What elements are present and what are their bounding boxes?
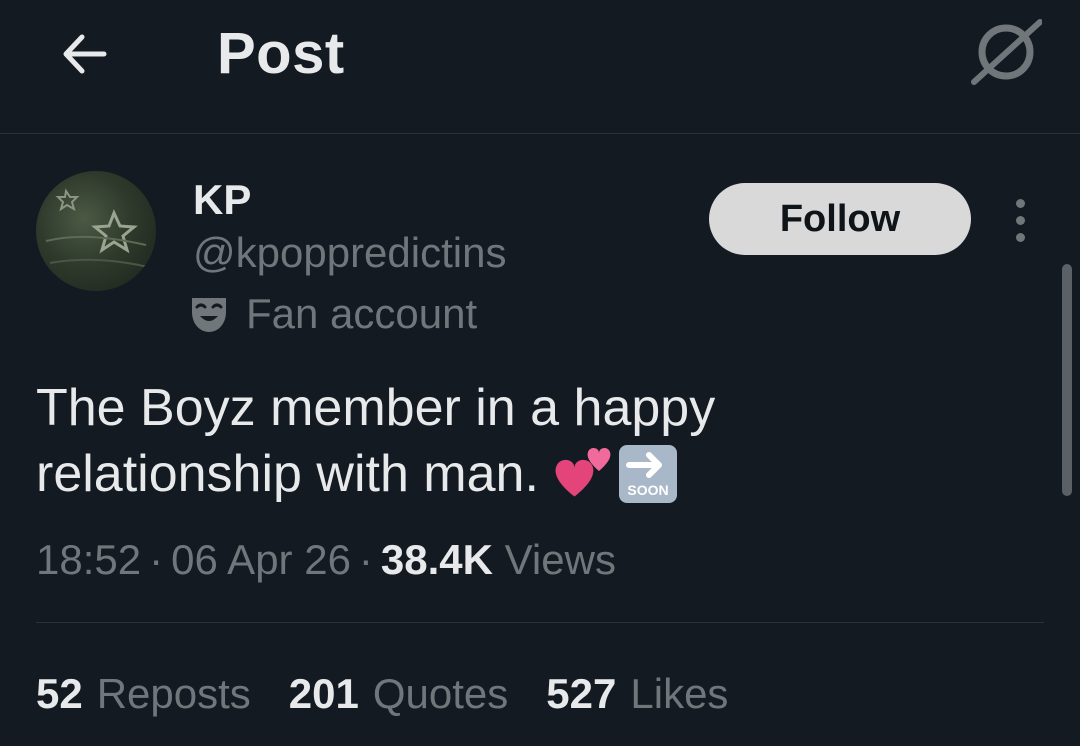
- soon-arrow-emoji: SOON: [618, 445, 677, 503]
- post-date: 06 Apr 26: [171, 536, 351, 583]
- reposts-count: 52: [36, 670, 83, 717]
- quotes-stat[interactable]: 201 Quotes: [289, 667, 509, 721]
- reposts-stat[interactable]: 52 Reposts: [36, 667, 251, 721]
- author-name[interactable]: KP: [193, 176, 251, 224]
- divider: [36, 622, 1044, 623]
- views-count: 38.4K: [380, 536, 493, 583]
- engagement-stats: 52 Reposts 201 Quotes 527 Likes: [36, 666, 766, 722]
- svg-text:SOON: SOON: [627, 482, 668, 498]
- affiliation-label: Fan account: [246, 290, 478, 337]
- post-text-line-2-content: relationship with man.: [36, 445, 539, 503]
- theater-mask-icon: [190, 294, 228, 334]
- quotes-label: Quotes: [372, 670, 509, 717]
- post-text-line-1: The Boyz member in a happy: [36, 379, 716, 437]
- grok-button[interactable]: [966, 16, 1046, 88]
- page-title: Post: [217, 21, 345, 86]
- affiliation-badge[interactable]: Fan account: [190, 288, 477, 340]
- author-handle[interactable]: @kpoppredictins: [193, 228, 506, 278]
- post-meta: 18:52 · 06 Apr 26 · 38.4K Views: [36, 536, 616, 583]
- likes-stat[interactable]: 527 Likes: [546, 667, 728, 721]
- views-label: Views: [504, 536, 616, 583]
- post-time: 18:52: [36, 536, 142, 583]
- likes-count: 527: [546, 670, 617, 717]
- reposts-label: Reposts: [96, 670, 251, 717]
- avatar-image: [45, 188, 149, 268]
- post-text: The Boyz member in a happy relationship …: [36, 375, 936, 507]
- scrollbar[interactable]: [1062, 264, 1072, 496]
- quotes-count: 201: [288, 670, 359, 717]
- more-vertical-icon: [1015, 198, 1025, 208]
- arrow-left-icon: [63, 34, 107, 74]
- back-button[interactable]: [52, 22, 116, 86]
- avatar[interactable]: [36, 171, 156, 291]
- top-app-bar: Post: [0, 0, 1080, 134]
- likes-label: Likes: [630, 670, 729, 717]
- two-hearts-emoji: [555, 447, 611, 497]
- post-text-line-2: relationship with man. SOON: [36, 441, 936, 507]
- follow-button[interactable]: Follow: [709, 183, 971, 255]
- more-options-button[interactable]: [996, 192, 1044, 248]
- grok-icon: [971, 19, 1042, 85]
